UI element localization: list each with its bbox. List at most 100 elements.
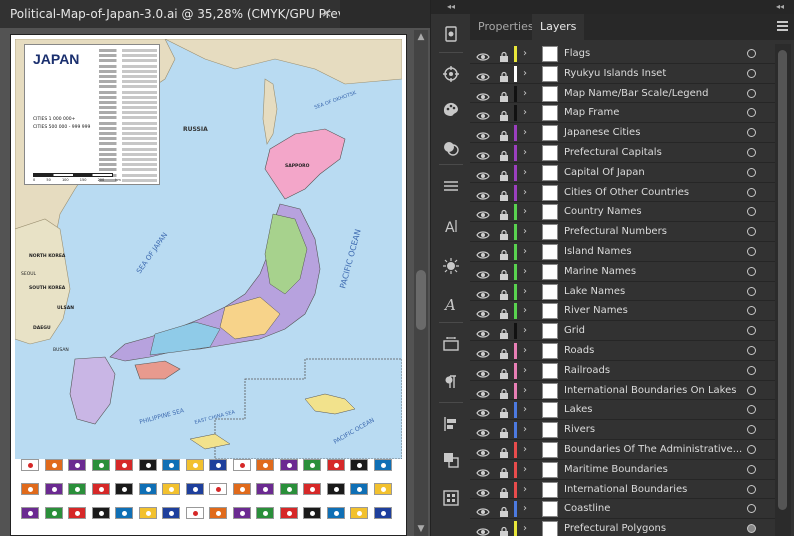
tab-layers[interactable]: Layers [532,14,585,40]
layer-name[interactable]: Prefectural Numbers [564,222,667,241]
lock-icon[interactable] [498,147,510,161]
layer-row[interactable]: › Marine Names [470,261,775,282]
eye-icon[interactable] [476,503,490,516]
layer-row[interactable]: › Flags [470,44,775,64]
chevron-right-icon[interactable]: › [523,265,533,279]
chevron-right-icon[interactable]: › [523,443,533,457]
lock-icon[interactable] [498,266,510,280]
lock-icon[interactable] [498,246,510,260]
target-icon[interactable] [747,247,756,256]
lock-icon[interactable] [498,325,510,340]
lock-icon[interactable] [498,385,510,399]
eye-icon[interactable] [476,147,490,160]
layer-row[interactable]: › Island Names [470,242,775,262]
layer-name[interactable]: Rivers [564,420,595,439]
lock-icon[interactable] [498,345,510,359]
target-icon[interactable] [747,425,756,435]
eye-icon[interactable] [476,404,490,417]
chevron-right-icon[interactable]: › [523,87,533,101]
layer-name[interactable]: Japanese Cities [564,123,640,142]
layer-row[interactable]: › Boundaries Of The Administrative... [470,440,775,460]
scroll-down-icon[interactable]: ▼ [414,522,428,536]
layer-row[interactable]: › International Boundaries On Lakes [470,380,775,401]
layer-name[interactable]: Lake Names [564,282,625,301]
layer-row[interactable]: › Rivers [470,420,775,440]
layer-row[interactable]: › River Names [470,301,775,322]
layer-name[interactable]: Maritime Boundaries [564,460,668,479]
layers-scrollbar[interactable] [775,44,791,536]
layer-name[interactable]: Cities Of Other Countries [564,183,689,202]
lock-icon[interactable] [498,484,510,498]
layer-row[interactable]: › Railroads [470,360,775,381]
scroll-up-icon[interactable]: ▲ [414,30,428,44]
eye-icon[interactable] [476,246,490,259]
eye-icon[interactable] [476,127,490,140]
chevron-right-icon[interactable]: › [523,245,533,259]
target-icon[interactable] [747,405,756,415]
layer-row[interactable]: › Map Frame [470,103,775,124]
eye-icon[interactable] [476,464,490,477]
target-icon[interactable] [747,128,756,138]
layer-row[interactable]: › Country Names [470,202,775,223]
lock-icon[interactable] [498,365,510,379]
chevron-right-icon[interactable]: › [523,483,533,497]
chevron-right-icon[interactable]: › [523,522,533,536]
artboard-size-icon[interactable] [437,332,465,356]
chevron-right-icon[interactable]: › [523,106,533,120]
paragraph-icon[interactable] [437,370,465,394]
pathfinder-icon[interactable] [437,448,465,472]
layer-name[interactable]: Lakes [564,400,593,419]
layer-row[interactable]: › Prefectural Numbers [470,222,775,242]
eye-icon[interactable] [476,206,490,219]
chevron-right-icon[interactable]: › [523,304,533,318]
chevron-right-icon[interactable]: › [523,205,533,219]
layers-scrollbar-thumb[interactable] [778,50,787,510]
target-icon[interactable] [747,524,756,534]
lock-icon[interactable] [498,286,510,300]
chevron-right-icon[interactable]: › [523,384,533,398]
layer-row[interactable]: › Map Name/Bar Scale/Legend [470,83,775,104]
layer-name[interactable]: Marine Names [564,262,636,281]
eye-icon[interactable] [476,484,490,497]
layer-name[interactable]: Boundaries Of The Administrative... [564,440,742,459]
symbols-icon[interactable] [437,62,465,86]
layer-name[interactable]: International Boundaries [564,480,687,499]
target-icon[interactable] [747,346,756,355]
lock-icon[interactable] [498,88,510,102]
transform-icon[interactable] [437,486,465,510]
eye-icon[interactable] [476,523,490,536]
layer-name[interactable]: Railroads [564,361,610,380]
chevron-right-icon[interactable]: › [523,186,533,200]
layer-row[interactable]: › Lake Names [470,281,775,302]
libraries-icon[interactable] [437,22,465,46]
chevron-right-icon[interactable]: › [523,166,533,180]
layer-name[interactable]: Map Name/Bar Scale/Legend [564,84,708,103]
color-guide-icon[interactable] [437,98,465,122]
eye-icon[interactable] [476,266,490,279]
lock-icon[interactable] [498,503,510,518]
layer-row[interactable]: › International Boundaries [470,479,775,500]
layer-name[interactable]: Coastline [564,499,610,518]
lock-icon[interactable] [498,444,510,458]
artboard[interactable]: RUSSIA SEA OF OKHOTSK SEA OF JAPAN PACIF… [10,34,407,536]
tab-properties[interactable]: Properties [470,14,542,40]
eye-icon[interactable] [476,68,490,81]
lock-icon[interactable] [498,48,510,62]
layer-name[interactable]: Ryukyu Islands Inset [564,64,666,83]
layer-name[interactable]: River Names [564,301,628,320]
layer-name[interactable]: International Boundaries On Lakes [564,381,736,400]
eye-icon[interactable] [476,88,490,101]
layer-name[interactable]: Map Frame [564,103,619,122]
chevron-right-icon[interactable]: › [523,285,533,299]
eye-icon[interactable] [476,385,490,398]
target-icon[interactable] [747,68,756,78]
layer-row[interactable]: › Cities Of Other Countries [470,182,775,203]
target-icon[interactable] [747,88,756,98]
glyphs-icon[interactable]: A [437,292,465,316]
close-icon[interactable]: × [321,0,332,28]
lock-icon[interactable] [498,523,510,536]
lock-icon[interactable] [498,167,510,181]
chevron-right-icon[interactable]: › [523,403,533,417]
dock-collapse-icon[interactable]: ◂◂ [431,0,471,14]
eye-icon[interactable] [476,107,490,120]
